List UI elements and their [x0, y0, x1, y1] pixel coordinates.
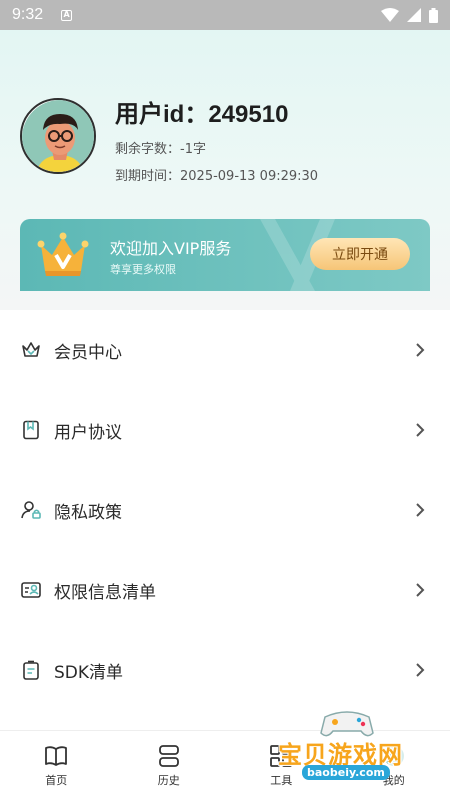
book-icon: [45, 746, 68, 766]
menu-item-label: 隐私政策: [54, 502, 122, 523]
battery-icon: [429, 7, 438, 23]
clipboard-icon: [20, 659, 42, 681]
menu-item-privacy-policy[interactable]: 隐私政策: [0, 470, 450, 550]
vip-title: 欢迎加入VIP服务: [110, 239, 232, 258]
crown-icon: [20, 339, 42, 361]
tab-history[interactable]: 历史: [113, 731, 226, 800]
vip-subtitle: 尊享更多权限: [110, 263, 176, 276]
notification-icon: A: [61, 9, 73, 21]
watermark-url: baobeiy.com: [302, 765, 390, 780]
tab-home[interactable]: 首页: [0, 731, 113, 800]
status-icons: [381, 7, 438, 23]
chevron-right-icon: [416, 423, 425, 437]
chevron-right-icon: [416, 583, 425, 597]
site-watermark: 宝贝游戏网 baobeiy.com: [272, 705, 422, 795]
wifi-icon: [381, 8, 399, 22]
menu-item-label: 用户协议: [54, 422, 122, 443]
user-lock-icon: [20, 499, 42, 521]
menu-item-member-center[interactable]: 会员中心: [0, 310, 450, 390]
menu-item-label: SDK清单: [54, 662, 124, 683]
chevron-right-icon: [416, 343, 425, 357]
signal-icon: [407, 8, 421, 22]
avatar[interactable]: [20, 98, 96, 174]
history-icon: [158, 745, 179, 767]
settings-menu: 会员中心 用户协议 隐私政策 权限信息清单 SDK清单: [0, 310, 450, 710]
expire-time: 到期时间：2025-09-13 09:29:30: [115, 169, 319, 184]
gamepad-icon: [320, 711, 374, 737]
tab-label: 首页: [45, 774, 68, 787]
status-bar: 9:32 A: [0, 0, 450, 30]
chevron-right-icon: [416, 663, 425, 677]
vip-crown-icon: [37, 232, 89, 276]
menu-item-label: 权限信息清单: [54, 582, 156, 603]
id-card-icon: [20, 579, 42, 601]
user-id: 用户id：249510: [115, 101, 289, 128]
bookmark-icon: [20, 419, 42, 441]
menu-item-label: 会员中心: [54, 342, 122, 363]
menu-item-sdk-list[interactable]: SDK清单: [0, 630, 450, 710]
menu-item-permission-list[interactable]: 权限信息清单: [0, 550, 450, 630]
status-time: 9:32: [12, 6, 44, 23]
vip-open-button[interactable]: 立即开通: [310, 238, 410, 270]
tab-label: 历史: [157, 774, 180, 787]
vip-banner[interactable]: 欢迎加入VIP服务 尊享更多权限 立即开通: [20, 219, 430, 291]
menu-item-user-agreement[interactable]: 用户协议: [0, 390, 450, 470]
chevron-right-icon: [416, 503, 425, 517]
remaining-chars: 剩余字数：-1字: [115, 142, 206, 157]
